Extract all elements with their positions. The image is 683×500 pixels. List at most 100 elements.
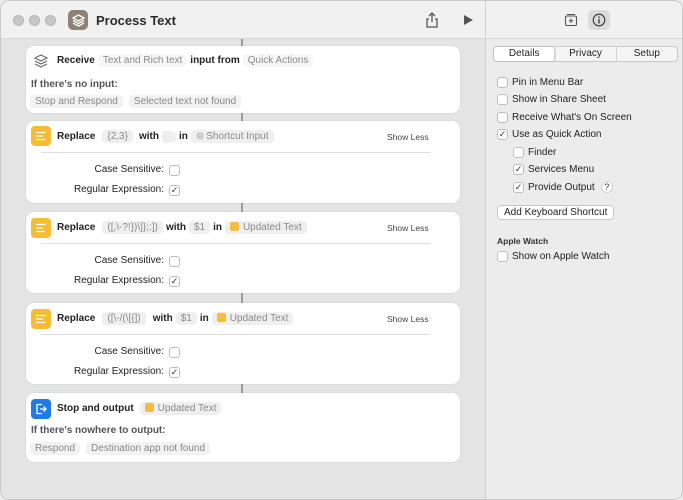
replace-action-card[interactable]: Replace ([\-/(\[{]) with $1 in Updated T… bbox=[26, 303, 460, 384]
case-sensitive-label: Case Sensitive: bbox=[94, 346, 164, 357]
replace-label: Replace bbox=[57, 131, 96, 142]
play-icon[interactable] bbox=[459, 11, 477, 29]
with-label: with bbox=[165, 222, 186, 233]
pattern-token[interactable]: {2,3} bbox=[102, 130, 133, 143]
nowhere-message-token[interactable]: Destination app not found bbox=[86, 442, 211, 455]
editor-pane: Process Text Receive Text and Rich text … bbox=[1, 1, 485, 499]
quick-action-option[interactable]: ✓ Use as Quick Action bbox=[497, 129, 601, 140]
tab-details[interactable]: Details bbox=[494, 47, 556, 61]
receive-on-screen-checkbox[interactable] bbox=[497, 112, 508, 123]
stop-and-output-card[interactable]: Stop and output Updated Text If there's … bbox=[26, 393, 460, 462]
target-variable-token[interactable]: ⊜ Shortcut Input bbox=[190, 130, 274, 143]
connector bbox=[241, 39, 243, 46]
target-variable-token[interactable]: Updated Text bbox=[211, 312, 294, 325]
with-label: with bbox=[138, 131, 159, 142]
provide-output-option[interactable]: ✓ Provide Output ? bbox=[513, 181, 613, 193]
input-from-label: input from bbox=[190, 55, 240, 66]
case-sensitive-checkbox[interactable] bbox=[169, 256, 180, 267]
finder-option[interactable]: Finder bbox=[513, 147, 556, 158]
services-menu-option[interactable]: ✓ Services Menu bbox=[513, 164, 594, 175]
replacement-token[interactable] bbox=[161, 130, 176, 143]
services-menu-checkbox[interactable]: ✓ bbox=[513, 164, 524, 175]
show-less-button[interactable]: Show Less bbox=[387, 132, 429, 142]
share-icon[interactable] bbox=[423, 11, 441, 29]
replace-action-card[interactable]: Replace ([,\-?!})\]};:]) with $1 in Upda… bbox=[26, 212, 460, 293]
show-less-button[interactable]: Show Less bbox=[387, 223, 429, 233]
pin-menu-bar-checkbox[interactable] bbox=[497, 77, 508, 88]
regex-label: Regular Expression: bbox=[73, 184, 164, 195]
in-label: in bbox=[213, 222, 222, 233]
no-input-message-token[interactable]: Selected text not found bbox=[128, 95, 242, 108]
replace-label: Replace bbox=[57, 313, 96, 324]
replacement-token[interactable]: $1 bbox=[188, 221, 211, 234]
inspector-toolbar bbox=[486, 1, 682, 39]
info-icon[interactable] bbox=[588, 10, 610, 30]
case-sensitive-checkbox[interactable] bbox=[169, 347, 180, 358]
divider bbox=[41, 152, 430, 153]
with-label: with bbox=[152, 313, 173, 324]
help-icon[interactable]: ? bbox=[600, 181, 613, 193]
variable-badge-icon bbox=[216, 313, 226, 322]
apple-watch-option[interactable]: Show on Apple Watch bbox=[497, 251, 609, 262]
nowhere-heading: If there's nowhere to output: bbox=[31, 425, 166, 436]
inspector-tabs: Details Privacy Setup bbox=[493, 46, 678, 62]
divider bbox=[41, 334, 430, 335]
replace-label: Replace bbox=[57, 222, 96, 233]
action-canvas[interactable]: Receive Text and Rich text input from Qu… bbox=[1, 39, 485, 499]
quick-action-checkbox[interactable]: ✓ bbox=[497, 129, 508, 140]
in-label: in bbox=[199, 313, 209, 324]
case-sensitive-checkbox[interactable] bbox=[169, 165, 180, 176]
case-sensitive-label: Case Sensitive: bbox=[94, 255, 164, 266]
variable-badge-icon bbox=[229, 222, 239, 231]
show-less-button[interactable]: Show Less bbox=[387, 314, 429, 324]
app-window: Process Text Receive Text and Rich text … bbox=[0, 0, 683, 500]
tab-privacy[interactable]: Privacy bbox=[555, 47, 617, 61]
input-types-token[interactable]: Text and Rich text bbox=[97, 54, 188, 67]
apple-watch-heading: Apple Watch bbox=[497, 236, 549, 246]
connector bbox=[241, 203, 243, 212]
finder-checkbox[interactable] bbox=[513, 147, 524, 158]
share-sheet-option[interactable]: Show in Share Sheet bbox=[497, 94, 606, 105]
pattern-token[interactable]: ([\-/(\[{]) bbox=[102, 312, 146, 325]
in-label: in bbox=[178, 131, 188, 142]
connector bbox=[241, 384, 243, 393]
divider bbox=[41, 243, 430, 244]
text-lines-icon bbox=[31, 126, 51, 146]
zoom-window-button[interactable] bbox=[45, 15, 56, 26]
regex-label: Regular Expression: bbox=[73, 366, 164, 377]
output-variable-token[interactable]: Updated Text bbox=[139, 402, 222, 415]
window-title: Process Text bbox=[96, 13, 176, 28]
input-source-token[interactable]: Quick Actions bbox=[242, 54, 314, 67]
minimize-window-button[interactable] bbox=[29, 15, 40, 26]
provide-output-checkbox[interactable]: ✓ bbox=[513, 181, 524, 193]
tab-setup[interactable]: Setup bbox=[617, 47, 677, 61]
receive-on-screen-option[interactable]: Receive What's On Screen bbox=[497, 112, 632, 123]
replacement-token[interactable]: $1 bbox=[175, 312, 197, 325]
regex-checkbox[interactable]: ✓ bbox=[169, 185, 180, 196]
close-window-button[interactable] bbox=[13, 15, 24, 26]
receive-action-card[interactable]: Receive Text and Rich text input from Qu… bbox=[26, 46, 460, 113]
pin-menu-bar-option[interactable]: Pin in Menu Bar bbox=[497, 77, 583, 88]
connector bbox=[241, 113, 243, 121]
title-bar: Process Text bbox=[1, 1, 485, 39]
add-library-icon[interactable] bbox=[562, 11, 580, 29]
nowhere-action-token[interactable]: Respond bbox=[30, 442, 81, 455]
regex-checkbox[interactable]: ✓ bbox=[169, 367, 180, 378]
receive-label: Receive bbox=[57, 55, 95, 66]
text-lines-icon bbox=[31, 218, 51, 238]
layers-icon bbox=[31, 51, 51, 71]
shortcut-icon[interactable] bbox=[68, 10, 88, 30]
add-keyboard-shortcut-button[interactable]: Add Keyboard Shortcut bbox=[497, 205, 615, 220]
apple-watch-checkbox[interactable] bbox=[497, 251, 508, 262]
share-sheet-checkbox[interactable] bbox=[497, 94, 508, 105]
stop-output-label: Stop and output bbox=[57, 403, 134, 414]
pattern-token[interactable]: ([,\-?!})\]};:]) bbox=[102, 221, 163, 234]
text-lines-icon bbox=[31, 309, 51, 329]
regex-label: Regular Expression: bbox=[73, 275, 164, 286]
no-input-heading: If there's no input: bbox=[31, 79, 118, 90]
replace-action-card[interactable]: Replace {2,3} with in ⊜ Shortcut Input Sh… bbox=[26, 121, 460, 203]
regex-checkbox[interactable]: ✓ bbox=[169, 276, 180, 287]
target-variable-token[interactable]: Updated Text bbox=[224, 221, 307, 234]
no-input-action-token[interactable]: Stop and Respond bbox=[30, 95, 123, 108]
connector bbox=[241, 293, 243, 303]
